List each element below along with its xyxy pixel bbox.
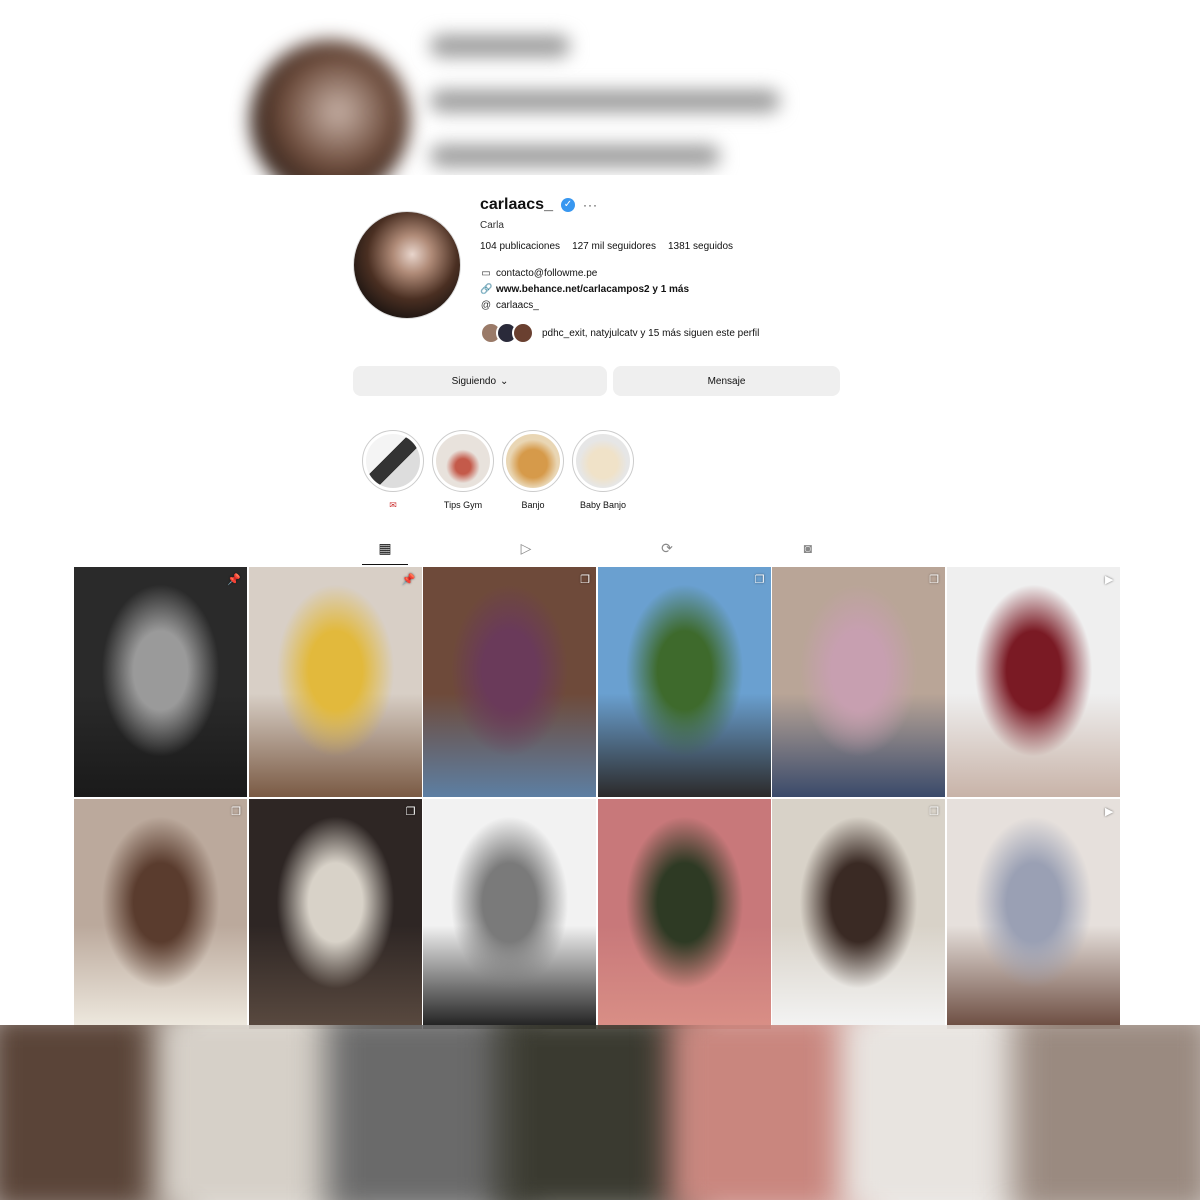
profile-avatar[interactable] (353, 211, 461, 319)
threads-handle[interactable]: carlaacs_ (496, 300, 539, 311)
highlight-label: Banjo (521, 500, 545, 510)
profile-stats: 104 publicaciones 127 mil seguidores 138… (480, 241, 733, 252)
post-thumbnail[interactable]: ❐ (74, 798, 247, 1029)
followed-by-row[interactable]: pdhc_exit, natyjulcatv y 15 más siguen e… (480, 322, 759, 344)
profile-link[interactable]: www.behance.net/carlacampos2 y 1 más (496, 284, 689, 295)
more-options-icon[interactable]: ··· (583, 198, 598, 212)
link-row: 🔗 www.behance.net/carlacampos2 y 1 más (480, 284, 689, 295)
posts-grid-icon[interactable]: ▦ (375, 540, 395, 557)
highlight-item[interactable]: Tips Gym (432, 430, 494, 510)
carousel-icon: ❐ (580, 574, 590, 586)
reposts-icon[interactable]: ⟳ (657, 540, 677, 557)
post-thumbnail[interactable]: ❐ (423, 567, 596, 797)
highlight-cover (506, 434, 560, 488)
highlight-cover (436, 434, 490, 488)
post-thumbnail[interactable]: ❐ (772, 567, 945, 797)
blurred-line (430, 35, 570, 57)
post-thumbnail[interactable]: 📌 (248, 567, 422, 797)
reels-icon[interactable]: ▷ (516, 540, 536, 557)
reel-icon: ▶ (1105, 805, 1114, 818)
blurred-line (430, 90, 780, 112)
pin-icon: 📌 (227, 574, 241, 586)
post-thumbnail[interactable] (597, 798, 771, 1029)
heart-envelope-icon: ✉ (389, 500, 397, 510)
posts-grid: 📌 📌 ❐ ❐ ❐ ▶ ❐ ❐ ❐ ▶ (74, 567, 1120, 1029)
post-thumbnail[interactable]: ▶ (946, 567, 1120, 797)
reel-icon: ▶ (1105, 574, 1114, 586)
highlight-cover (576, 434, 630, 488)
post-thumbnail[interactable]: 📌 (74, 567, 247, 797)
highlight-label: Tips Gym (443, 500, 483, 510)
blurred-avatar (250, 40, 410, 175)
avatar (512, 322, 534, 344)
blurred-footer-copy (0, 1025, 1200, 1200)
following-count[interactable]: 1381 seguidos (668, 241, 733, 252)
followed-by-text: pdhc_exit, natyjulcatv y 15 más siguen e… (542, 327, 760, 339)
message-button[interactable]: Mensaje (613, 366, 840, 396)
link-icon: 🔗 (480, 284, 493, 295)
message-label: Mensaje (707, 375, 746, 387)
carousel-icon: ❐ (405, 805, 416, 818)
post-thumbnail[interactable]: ❐ (772, 798, 945, 1029)
full-name: Carla (480, 220, 504, 231)
email-icon: ▭ (481, 268, 491, 279)
threads-row: @ carlaacs_ (480, 300, 539, 311)
highlight-item[interactable]: Baby Banjo (572, 430, 634, 510)
highlight-label: Baby Banjo (579, 500, 627, 510)
blurred-line (430, 145, 720, 167)
carousel-icon: ❐ (929, 574, 939, 586)
chevron-down-icon: ⌄ (500, 375, 509, 387)
blurred-header-copy (0, 0, 1200, 175)
followers-count[interactable]: 127 mil seguidores (572, 241, 656, 252)
highlight-cover (366, 434, 420, 488)
carousel-icon: ❐ (754, 574, 765, 586)
username-row: carlaacs_ ✓ ··· (480, 196, 598, 214)
following-button[interactable]: Siguiendo ⌄ (353, 366, 607, 396)
contact-row: ▭ contacto@followme.pe (480, 268, 597, 279)
posts-count: 104 publicaciones (480, 241, 561, 252)
post-thumbnail[interactable]: ❐ (248, 798, 422, 1029)
active-tab-indicator (362, 564, 408, 565)
highlight-item[interactable]: ✉ (362, 430, 424, 511)
post-thumbnail[interactable] (423, 798, 596, 1029)
post-thumbnail[interactable]: ▶ (946, 798, 1120, 1029)
contact-email[interactable]: contacto@followme.pe (496, 268, 597, 279)
pin-icon: 📌 (401, 574, 416, 586)
carousel-icon: ❐ (929, 805, 939, 818)
threads-icon: @ (480, 300, 492, 311)
following-label: Siguiendo (451, 375, 497, 387)
highlight-item[interactable]: Banjo (502, 430, 564, 510)
verified-badge-icon: ✓ (560, 198, 575, 212)
post-thumbnail[interactable]: ❐ (597, 567, 771, 797)
tagged-icon[interactable]: ◙ (798, 540, 818, 556)
follower-avatars (480, 322, 534, 344)
carousel-icon: ❐ (231, 805, 241, 818)
username: carlaacs_ (480, 196, 553, 213)
